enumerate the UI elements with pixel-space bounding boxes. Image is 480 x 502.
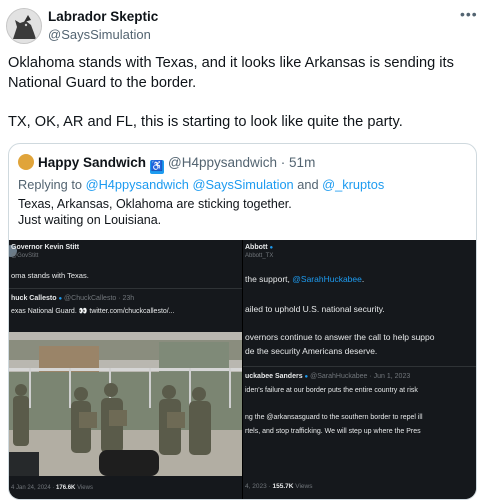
quoted-tweet[interactable]: Happy Sandwich ♿ @H4ppysandwich · 51m Repl… — [8, 143, 477, 500]
embedded-author-name: Governor Kevin Stitt — [11, 244, 80, 251]
quoted-timestamp[interactable]: 51m — [289, 155, 315, 170]
more-options-icon[interactable]: ••• — [460, 6, 478, 22]
dog-icon — [7, 9, 41, 43]
author-handle[interactable]: @SaysSimulation — [48, 27, 151, 42]
embedded-quote-text: iden's failure at our border puts the en… — [245, 387, 418, 394]
embedded-text: overnors continue to answer the call to … — [245, 332, 435, 342]
embedded-footer: 4, 2023 · 155.7K Views — [245, 483, 313, 490]
embedded-quote-text: exas National Guard. 👀 twitter.com/chuck… — [11, 308, 175, 315]
replying-to: Replying to @H4ppysandwich @SaysSimulati… — [18, 177, 385, 192]
embedded-text: de the security Americans deserve. — [245, 346, 378, 356]
reply-user-link[interactable]: @SaysSimulation — [192, 177, 293, 192]
embedded-text: the support, @SarahHuckabee. — [245, 274, 365, 284]
embedded-quote-text: rtels, and stop trafficking. We will ste… — [245, 428, 421, 435]
embedded-quote-text: ng the @arkansasguard to the southern bo… — [245, 414, 423, 421]
embedded-text: ailed to uphold U.S. national security. — [245, 304, 385, 314]
avatar[interactable] — [6, 8, 42, 44]
embedded-author-handle: Abbott_TX — [245, 253, 274, 259]
media-grid[interactable]: Governor Kevin Stitt @GovStitt oma stand… — [9, 240, 476, 499]
reply-user-link[interactable]: @_kruptos — [322, 177, 384, 192]
embedded-text: oma stands with Texas. — [11, 271, 89, 280]
author-name[interactable]: Labrador Skeptic — [48, 9, 158, 24]
tweet-text: Oklahoma stands with Texas, and it looks… — [8, 53, 470, 132]
tweet-paragraph: TX, OK, AR and FL, this is starting to l… — [8, 114, 403, 130]
wheelchair-icon: ♿ — [150, 160, 165, 174]
quoted-tweet-text: Texas, Arkansas, Oklahoma are sticking t… — [18, 197, 292, 227]
embedded-quote-header: uckabee Sanders ● @SarahHuckabee · Jun 1… — [245, 373, 411, 380]
media-image-left[interactable]: Governor Kevin Stitt @GovStitt oma stand… — [9, 240, 242, 499]
sandwich-avatar-icon — [18, 154, 34, 170]
quoted-author-handle[interactable]: @H4ppysandwich — [168, 155, 277, 170]
embedded-quote-header: huck Callesto ● @ChuckCallesto · 23h — [11, 295, 135, 302]
quoted-author-name[interactable]: Happy Sandwich — [38, 155, 146, 170]
soldiers-photo — [9, 332, 242, 476]
embedded-author-handle: @GovStitt — [11, 253, 39, 259]
media-image-right[interactable]: Abbott ● Abbott_TX the support, @SarahHu… — [243, 240, 476, 499]
embedded-author-name: Abbott ● — [245, 244, 274, 251]
quoted-tweet-header: Happy Sandwich ♿ @H4ppysandwich · 51m — [18, 154, 315, 174]
tweet-header: Labrador Skeptic @SaysSimulation ••• — [0, 0, 480, 50]
reply-user-link[interactable]: @H4ppysandwich — [86, 177, 189, 192]
embedded-footer: 4 Jan 24, 2024 · 176.6K Views — [11, 485, 93, 491]
tweet-paragraph: Oklahoma stands with Texas, and it looks… — [8, 55, 454, 91]
